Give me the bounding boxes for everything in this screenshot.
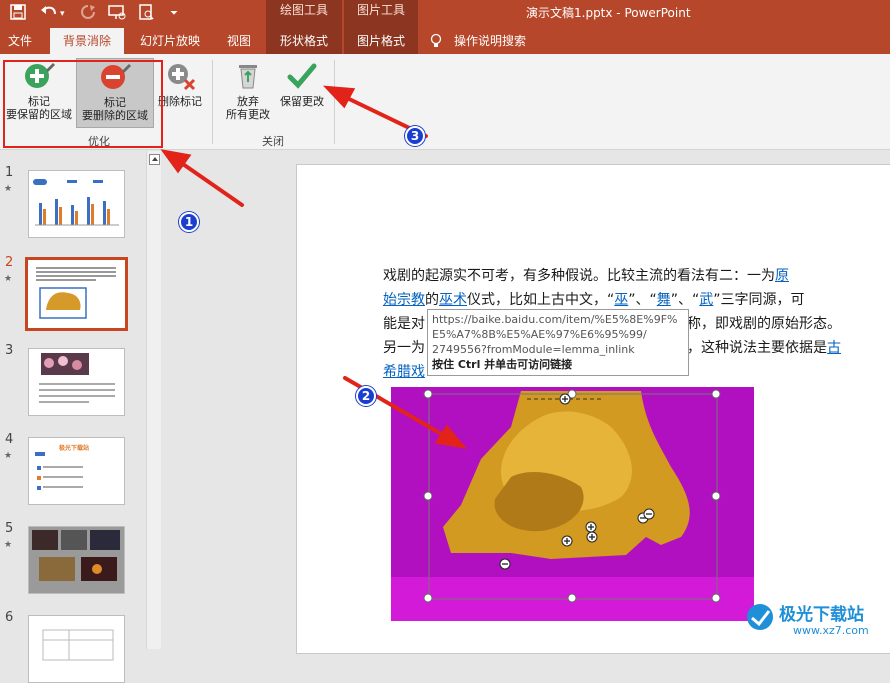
callout-number: 2 <box>356 386 376 406</box>
annotation-arrows <box>160 85 467 449</box>
callout-number: 1 <box>179 212 199 232</box>
site-watermark: 极光下载站 www.xz7.com <box>745 598 885 644</box>
site-logo-icon <box>747 604 773 630</box>
callout-number: 3 <box>405 126 425 146</box>
watermark-name: 极光下载站 <box>779 605 864 625</box>
watermark-url: www.xz7.com <box>793 624 869 637</box>
